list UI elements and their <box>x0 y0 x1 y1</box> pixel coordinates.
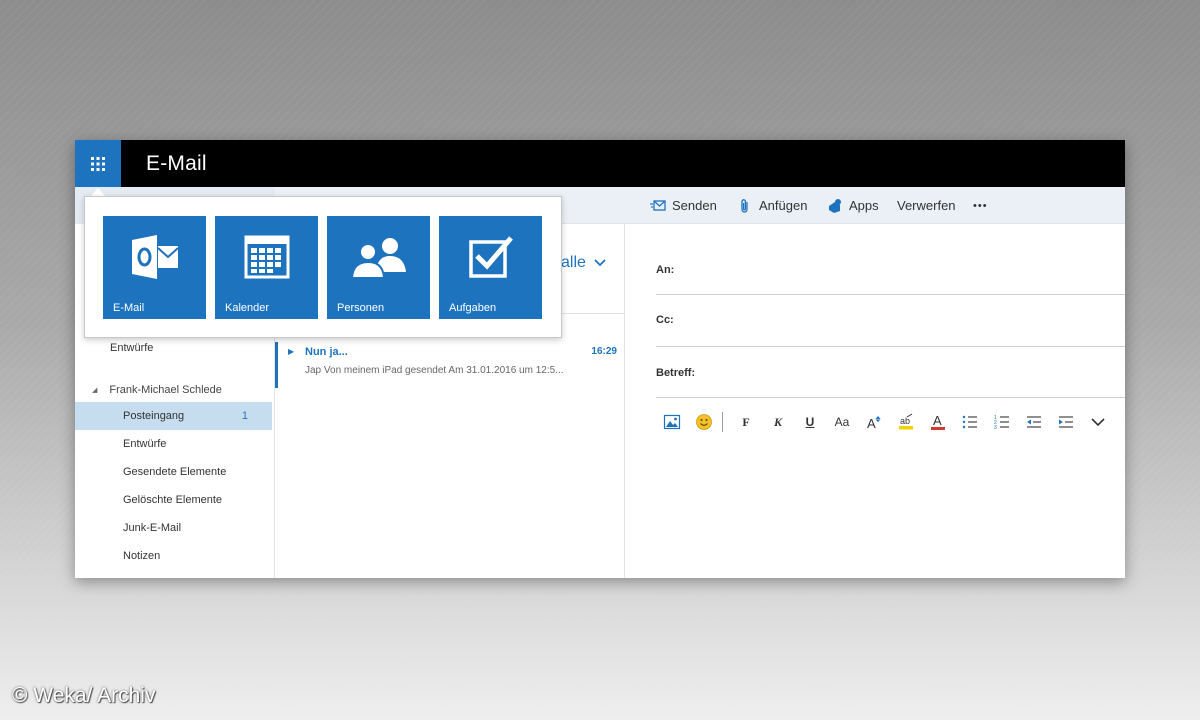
cc-field[interactable]: Cc: <box>656 295 1125 347</box>
message-sender: Nun ja... <box>305 346 348 358</box>
grow-font-icon: A <box>867 416 881 431</box>
to-field[interactable]: An: <box>656 224 1125 295</box>
waffle-icon <box>91 156 105 171</box>
more-formatting-button[interactable] <box>1082 410 1114 434</box>
underline-label: U <box>805 415 815 429</box>
filter-dropdown[interactable]: alle <box>561 254 606 272</box>
apps-button[interactable]: Apps <box>827 187 879 224</box>
paperclip-icon <box>741 198 748 213</box>
account-name: Frank-Michael Schlede <box>109 384 222 396</box>
folder-label: Posteingang <box>123 410 185 422</box>
folder-label: Entwürfe <box>110 342 154 354</box>
copyright-watermark: © Weka/ Archiv <box>12 684 156 707</box>
bullet-list-icon <box>962 415 977 429</box>
tile-label: Personen <box>337 302 385 314</box>
tile-people[interactable]: Personen <box>327 216 430 319</box>
folder-label: Notizen <box>123 550 161 562</box>
folder-item-notes[interactable]: Notizen <box>75 542 272 570</box>
app-launcher-panel: E-Mail Kalender Personen Aufgaben <box>84 196 562 338</box>
bold-button[interactable]: F <box>730 410 762 434</box>
account-header[interactable]: ◢ Frank-Michael Schlede <box>75 379 222 401</box>
folder-item-drafts[interactable]: Entwürfe <box>75 430 272 458</box>
tasks-icon <box>439 216 542 298</box>
toolbar-separator <box>722 412 723 432</box>
svg-text:A: A <box>933 413 942 428</box>
apps-label: Apps <box>849 198 879 213</box>
outlook-icon <box>103 216 206 298</box>
app-launcher-button[interactable] <box>75 140 121 187</box>
send-label: Senden <box>672 198 717 213</box>
tile-label: Kalender <box>225 302 270 314</box>
top-bar: E-Mail <box>75 140 1125 187</box>
attach-label: Anfügen <box>759 198 808 213</box>
underline-button[interactable]: U <box>794 410 826 434</box>
font-color-button[interactable]: A <box>922 410 954 434</box>
picture-icon <box>663 414 681 430</box>
folder-label: Gelöschte Elemente <box>123 494 223 506</box>
app-title: E-Mail <box>146 152 207 175</box>
font-size-button[interactable]: Aa <box>826 410 858 434</box>
folder-item-sent[interactable]: Gesendete Elemente <box>75 458 272 486</box>
numbered-list-icon: 123 <box>994 415 1009 431</box>
insert-picture-button[interactable] <box>656 410 688 434</box>
people-icon <box>327 216 430 298</box>
calendar-icon <box>215 216 318 298</box>
folder-label: Entwürfe <box>123 438 167 450</box>
message-item[interactable]: ▶ Nun ja... 16:29 Jap Von meinem iPad ge… <box>275 342 625 388</box>
folder-label: Gesendete Elemente <box>123 466 227 478</box>
send-button[interactable]: Senden <box>650 187 717 224</box>
font-size-label: Aa <box>834 415 850 429</box>
attach-button[interactable]: Anfügen <box>737 187 807 224</box>
subject-label: Betreff: <box>656 367 696 379</box>
decrease-indent-button[interactable] <box>1018 410 1050 434</box>
more-icon: ••• <box>973 199 988 212</box>
tile-email[interactable]: E-Mail <box>103 216 206 319</box>
subject-field[interactable]: Betreff: <box>656 347 1125 398</box>
send-icon <box>650 199 666 211</box>
numbered-list-button[interactable]: 123 <box>986 410 1018 434</box>
highlight-icon: ab <box>899 413 913 430</box>
tile-label: Aufgaben <box>449 302 497 314</box>
unread-count-badge: 1 <box>241 410 248 422</box>
format-toolbar: F K U Aa A ab A 1 2 3 <box>656 410 1114 434</box>
emoji-button[interactable] <box>688 410 720 434</box>
chevron-down-icon <box>1091 418 1105 427</box>
increase-indent-icon <box>1059 416 1073 428</box>
tile-calendar[interactable]: Kalender <box>215 216 318 319</box>
to-label: An: <box>656 264 675 276</box>
grow-font-button[interactable]: A <box>858 410 890 434</box>
folder-label: Junk-E-Mail <box>123 522 182 534</box>
italic-button[interactable]: K <box>762 410 794 434</box>
bold-label: F <box>742 414 750 429</box>
discard-label: Verwerfen <box>897 198 956 213</box>
folder-item-deleted[interactable]: Gelöschte Elemente <box>75 486 272 514</box>
message-preview: Jap Von meinem iPad gesendet Am 31.01.20… <box>305 365 564 376</box>
font-color-icon: A <box>931 413 945 430</box>
cc-label: Cc: <box>656 314 674 326</box>
expand-arrow-icon[interactable]: ▶ <box>288 347 294 356</box>
bullet-list-button[interactable] <box>954 410 986 434</box>
compose-pane: An: Cc: Betreff: F K U Aa A ab A 1 2 3 <box>626 224 1125 578</box>
svg-text:A: A <box>867 416 876 431</box>
discard-button[interactable]: Verwerfen <box>897 187 956 224</box>
filter-label: alle <box>561 254 586 271</box>
folder-item-drafts-top[interactable]: Entwürfe <box>75 334 272 362</box>
svg-text:ab: ab <box>900 416 910 426</box>
folder-item-inbox[interactable]: Posteingang 1 <box>75 402 272 430</box>
chevron-down-icon <box>594 259 606 267</box>
tile-tasks[interactable]: Aufgaben <box>439 216 542 319</box>
apps-icon <box>829 198 841 213</box>
folder-item-junk[interactable]: Junk-E-Mail <box>75 514 272 542</box>
more-button[interactable]: ••• <box>973 187 988 224</box>
increase-indent-button[interactable] <box>1050 410 1082 434</box>
italic-label: K <box>773 414 782 429</box>
tile-label: E-Mail <box>113 302 145 314</box>
message-time: 16:29 <box>591 346 617 357</box>
decrease-indent-icon <box>1027 416 1041 428</box>
collapse-triangle-icon[interactable]: ◢ <box>92 386 97 394</box>
smiley-icon <box>696 414 712 430</box>
highlight-button[interactable]: ab <box>890 410 922 434</box>
svg-text:3: 3 <box>994 425 997 431</box>
